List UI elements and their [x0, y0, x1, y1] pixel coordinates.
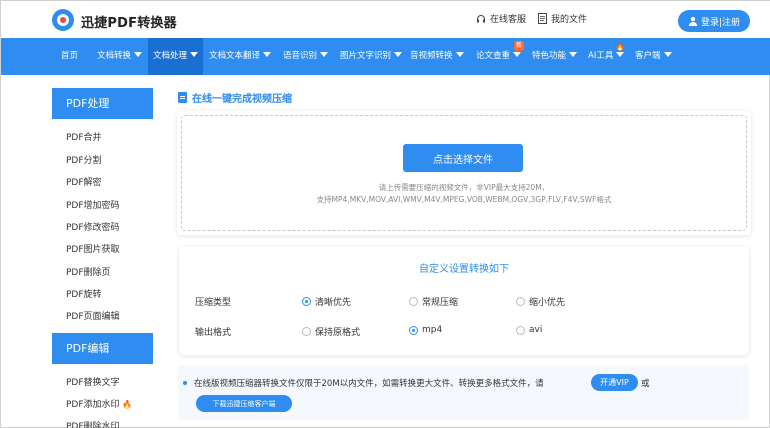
radio-compress-normal[interactable]: 常规压缩: [409, 295, 458, 308]
radio-button[interactable]: [409, 325, 418, 335]
radio-compress-clarity[interactable]: 清晰优先: [302, 295, 351, 308]
sidebar-item-pdf-image-extract[interactable]: PDF图片获取: [66, 242, 120, 255]
download-client-button[interactable]: 下载迅捷压缩客户端: [196, 395, 292, 412]
settings-title: 自定义设置转换如下: [419, 264, 509, 275]
sidebar-item-pdf-merge[interactable]: PDF合并: [66, 130, 102, 143]
sidebar-item-pdf-remove-watermark[interactable]: PDF删除水印: [66, 419, 120, 428]
logo-icon[interactable]: [51, 8, 75, 32]
nav-item-av-convert[interactable]: 音视频转换: [410, 38, 464, 75]
nav-item-features[interactable]: 特色功能: [532, 38, 578, 75]
nav-label: 客户端: [635, 51, 661, 61]
radio-button[interactable]: [302, 297, 311, 306]
my-files-link[interactable]: 我的文件: [538, 12, 587, 25]
page-title: 在线一键完成视频压缩: [178, 90, 292, 105]
nav-label: 特色功能: [532, 51, 567, 61]
document-icon: [178, 92, 187, 103]
main-nav: 首页 文档转换 文档处理 文档文本翻译 语音识别 图片文字识别 音视频转换 论文…: [1, 38, 770, 75]
radio-label: 常规压缩: [422, 298, 459, 308]
brand-name[interactable]: 迅捷PDF转换器: [81, 12, 177, 31]
output-format-label: 输出格式: [195, 328, 232, 338]
upload-dropzone[interactable]: [181, 115, 747, 231]
page-title-text: 在线一键完成视频压缩: [192, 94, 292, 105]
nav-label: 图片文字识别: [340, 51, 392, 61]
caret-down-icon: [663, 52, 672, 57]
sidebar-item-pdf-replace-text[interactable]: PDF替换文字: [66, 375, 120, 388]
radio-format-mp4[interactable]: mp4: [409, 325, 442, 335]
nav-label: 文档文本翻译: [209, 51, 261, 61]
notice-text: 在线版视频压缩器转换文件仅限于20M以内文件，如需转换更大文件、转换更多格式文件…: [194, 379, 544, 389]
bullet-dot: [183, 381, 187, 385]
top-header: 迅捷PDF转换器 在线客服 我的文件 登录|注册: [1, 1, 770, 38]
notice-or: 或: [641, 379, 650, 389]
radio-compress-smaller[interactable]: 缩小优先: [516, 295, 565, 308]
sidebar-item-pdf-split[interactable]: PDF分割: [66, 153, 102, 166]
caret-down-icon: [320, 52, 329, 57]
nav-label: 文档转换: [97, 51, 132, 61]
login-register-label: 登录|注册: [700, 17, 741, 28]
radio-format-original[interactable]: 保持原格式: [302, 325, 360, 338]
my-files-label: 我的文件: [551, 15, 588, 25]
sidebar-item-pdf-add-password[interactable]: PDF增加密码: [66, 198, 120, 211]
radio-format-avi[interactable]: avi: [516, 325, 542, 335]
radio-label: 清晰优先: [315, 298, 352, 308]
online-service-link[interactable]: 在线客服: [476, 12, 526, 25]
user-icon: [688, 17, 698, 26]
caret-down-icon: [394, 52, 403, 57]
sidebar-item-pdf-change-password[interactable]: PDF修改密码: [66, 220, 120, 233]
nav-item-speech[interactable]: 语音识别: [283, 38, 329, 75]
caret-down-icon: [134, 52, 143, 57]
headset-icon: [477, 14, 485, 22]
sidebar-section-pdf-process: PDF处理: [52, 88, 153, 119]
nav-item-home[interactable]: 首页: [61, 38, 78, 75]
file-icon: [538, 13, 547, 24]
sidebar-item-pdf-add-watermark[interactable]: PDF添加水印 🔥: [66, 397, 132, 410]
nav-item-doc-convert[interactable]: 文档转换: [97, 38, 143, 75]
radio-button[interactable]: [516, 325, 525, 335]
compression-type-label: 压缩类型: [195, 298, 232, 308]
new-badge: 新: [514, 41, 525, 51]
caret-down-icon: [569, 52, 578, 57]
radio-label: 缩小优先: [529, 298, 566, 308]
nav-label: 论文查重: [476, 51, 511, 61]
fire-icon: 🔥: [122, 400, 133, 409]
sidebar-item-pdf-page-edit[interactable]: PDF页面编辑: [66, 309, 120, 322]
caret-down-icon: [455, 52, 464, 57]
upload-tip-size: 请上传需要压缩的视频文件，非VIP最大支持20M，: [378, 183, 550, 192]
radio-button[interactable]: [409, 297, 418, 306]
nav-label: 语音识别: [283, 51, 318, 61]
sidebar-section-pdf-edit: PDF编辑: [52, 333, 153, 364]
upload-tip-formats: 支持MP4,MKV,MOV,AVI,WMV,M4V,MPEG,VOB,WEBM,…: [316, 195, 612, 204]
caret-down-icon: [616, 52, 625, 57]
radio-button[interactable]: [302, 327, 311, 336]
nav-label: 音视频转换: [410, 51, 453, 61]
caret-down-icon: [190, 52, 199, 57]
online-service-label: 在线客服: [490, 15, 527, 25]
caret-down-icon: [513, 52, 522, 57]
sidebar-item-pdf-delete-page[interactable]: PDF删除页: [66, 265, 111, 278]
sidebar-item-pdf-decrypt[interactable]: PDF解密: [66, 175, 102, 188]
radio-label: avi: [529, 325, 543, 335]
login-register-button[interactable]: 登录|注册: [678, 10, 750, 32]
nav-item-ocr[interactable]: 图片文字识别: [340, 38, 403, 75]
sidebar-item-label: PDF添加水印: [66, 400, 120, 410]
nav-item-doc-process[interactable]: 文档处理: [148, 38, 204, 75]
nav-label: AI工具: [588, 51, 614, 61]
nav-item-translate[interactable]: 文档文本翻译: [209, 38, 272, 75]
fire-icon: 🔥: [615, 42, 625, 51]
radio-button[interactable]: [516, 297, 525, 306]
open-vip-button[interactable]: 开通VIP: [591, 374, 638, 391]
nav-label: 首页: [61, 51, 79, 61]
caret-down-icon: [263, 52, 272, 57]
sidebar-item-pdf-rotate[interactable]: PDF旋转: [66, 287, 102, 300]
radio-label: mp4: [422, 325, 443, 335]
select-file-button[interactable]: 点击选择文件: [403, 144, 523, 172]
nav-item-client[interactable]: 客户端: [635, 38, 672, 75]
radio-label: 保持原格式: [315, 328, 361, 338]
nav-label: 文档处理: [153, 51, 188, 61]
